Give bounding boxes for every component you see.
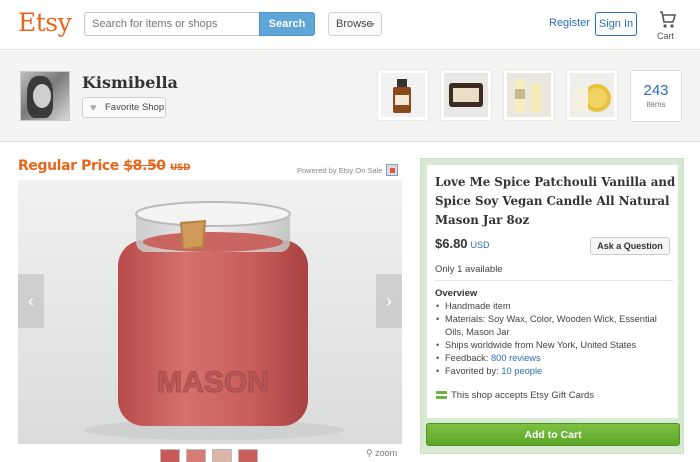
register-link[interactable]: Register bbox=[549, 17, 590, 29]
heart-icon: ♥ bbox=[90, 102, 97, 114]
favorited-link[interactable]: 10 people bbox=[501, 366, 542, 376]
gift-card-icon bbox=[436, 391, 447, 399]
sign-in-button[interactable]: Sign In bbox=[595, 12, 637, 36]
list-item: Favorited by: 10 people bbox=[436, 365, 676, 378]
image-thumbnail[interactable] bbox=[160, 449, 180, 462]
search-button[interactable]: Search bbox=[259, 12, 315, 36]
browse-dropdown[interactable]: Browse bbox=[328, 12, 382, 36]
regular-price-value: $8.50 bbox=[123, 158, 166, 174]
shop-avatar[interactable] bbox=[20, 71, 70, 121]
site-header: Etsy Search Browse Register Sign In Cart bbox=[0, 0, 700, 50]
gift-card-notice: This shop accepts Etsy Gift Cards bbox=[436, 390, 594, 401]
list-item: Materials: Soy Wax, Color, Wooden Wick, … bbox=[436, 313, 676, 339]
chevron-right-icon: › bbox=[386, 290, 392, 311]
items-count: 243 bbox=[643, 82, 669, 99]
feedback-link[interactable]: 800 reviews bbox=[491, 353, 541, 363]
list-item: Handmade item bbox=[436, 300, 676, 313]
search-input[interactable] bbox=[84, 12, 260, 36]
add-to-cart-button[interactable]: Add to Cart bbox=[426, 423, 680, 446]
prev-image-button[interactable]: ‹ bbox=[18, 274, 44, 328]
etsy-logo[interactable]: Etsy bbox=[18, 8, 72, 37]
zoom-label: zoom bbox=[375, 448, 398, 458]
featured-item-thumb[interactable] bbox=[378, 70, 428, 120]
browse-label: Browse bbox=[336, 18, 373, 30]
regular-price: Regular Price $8.50 USD bbox=[18, 158, 191, 174]
cart-icon bbox=[660, 11, 677, 28]
powered-by-text: Powered by Etsy On Sale bbox=[297, 166, 383, 175]
list-item: Feedback: 800 reviews bbox=[436, 352, 676, 365]
ask-question-button[interactable]: Ask a Question bbox=[590, 237, 670, 255]
feedback-label: Feedback: bbox=[445, 353, 489, 363]
chevron-down-icon bbox=[369, 23, 375, 27]
regular-price-currency: USD bbox=[170, 163, 191, 173]
next-image-button[interactable]: › bbox=[376, 274, 402, 328]
zoom-button[interactable]: ⚲ zoom bbox=[366, 448, 397, 459]
availability-text: Only 1 available bbox=[435, 264, 503, 275]
shop-name[interactable]: Kismibella bbox=[82, 73, 178, 92]
favorited-label: Favorited by: bbox=[445, 366, 499, 376]
magnifier-icon: ⚲ bbox=[366, 448, 373, 458]
list-item: Ships worldwide from New York, United St… bbox=[436, 339, 676, 352]
on-sale-icon bbox=[386, 164, 398, 176]
listing-main-image[interactable]: MASON bbox=[18, 180, 402, 444]
image-thumbnail[interactable] bbox=[238, 449, 258, 462]
image-thumbnail[interactable] bbox=[212, 449, 232, 462]
image-thumbnail[interactable] bbox=[186, 449, 206, 462]
overview-list: Handmade item Materials: Soy Wax, Color,… bbox=[436, 300, 676, 378]
shop-items-count[interactable]: 243 items bbox=[630, 70, 682, 122]
jar-embossed-text: MASON bbox=[157, 366, 269, 399]
favorite-shop-label: Favorite Shop bbox=[105, 102, 165, 113]
featured-item-thumb[interactable] bbox=[504, 70, 554, 120]
regular-price-label: Regular Price bbox=[18, 158, 119, 174]
favorite-shop-button[interactable]: ♥ Favorite Shop bbox=[82, 97, 166, 118]
price-currency: USD bbox=[470, 240, 490, 250]
featured-item-thumb[interactable] bbox=[441, 70, 491, 120]
featured-item-thumb[interactable] bbox=[567, 70, 617, 120]
listing-price: $6.80 USD bbox=[435, 236, 490, 251]
candle-jar-photo: MASON bbox=[18, 180, 402, 444]
chevron-left-icon: ‹ bbox=[28, 290, 34, 311]
items-label: items bbox=[646, 100, 666, 109]
cart-label: Cart bbox=[657, 31, 675, 41]
listing-title: Love Me Spice Patchouli Vanilla and Spic… bbox=[435, 175, 676, 227]
cart-button[interactable]: Cart bbox=[651, 9, 681, 41]
overview-heading: Overview bbox=[435, 288, 478, 299]
price-value: $6.80 bbox=[435, 236, 468, 251]
divider bbox=[435, 280, 673, 281]
shop-banner: Kismibella ♥ Favorite Shop 243 items bbox=[0, 51, 700, 142]
gift-card-text: This shop accepts Etsy Gift Cards bbox=[451, 390, 595, 401]
